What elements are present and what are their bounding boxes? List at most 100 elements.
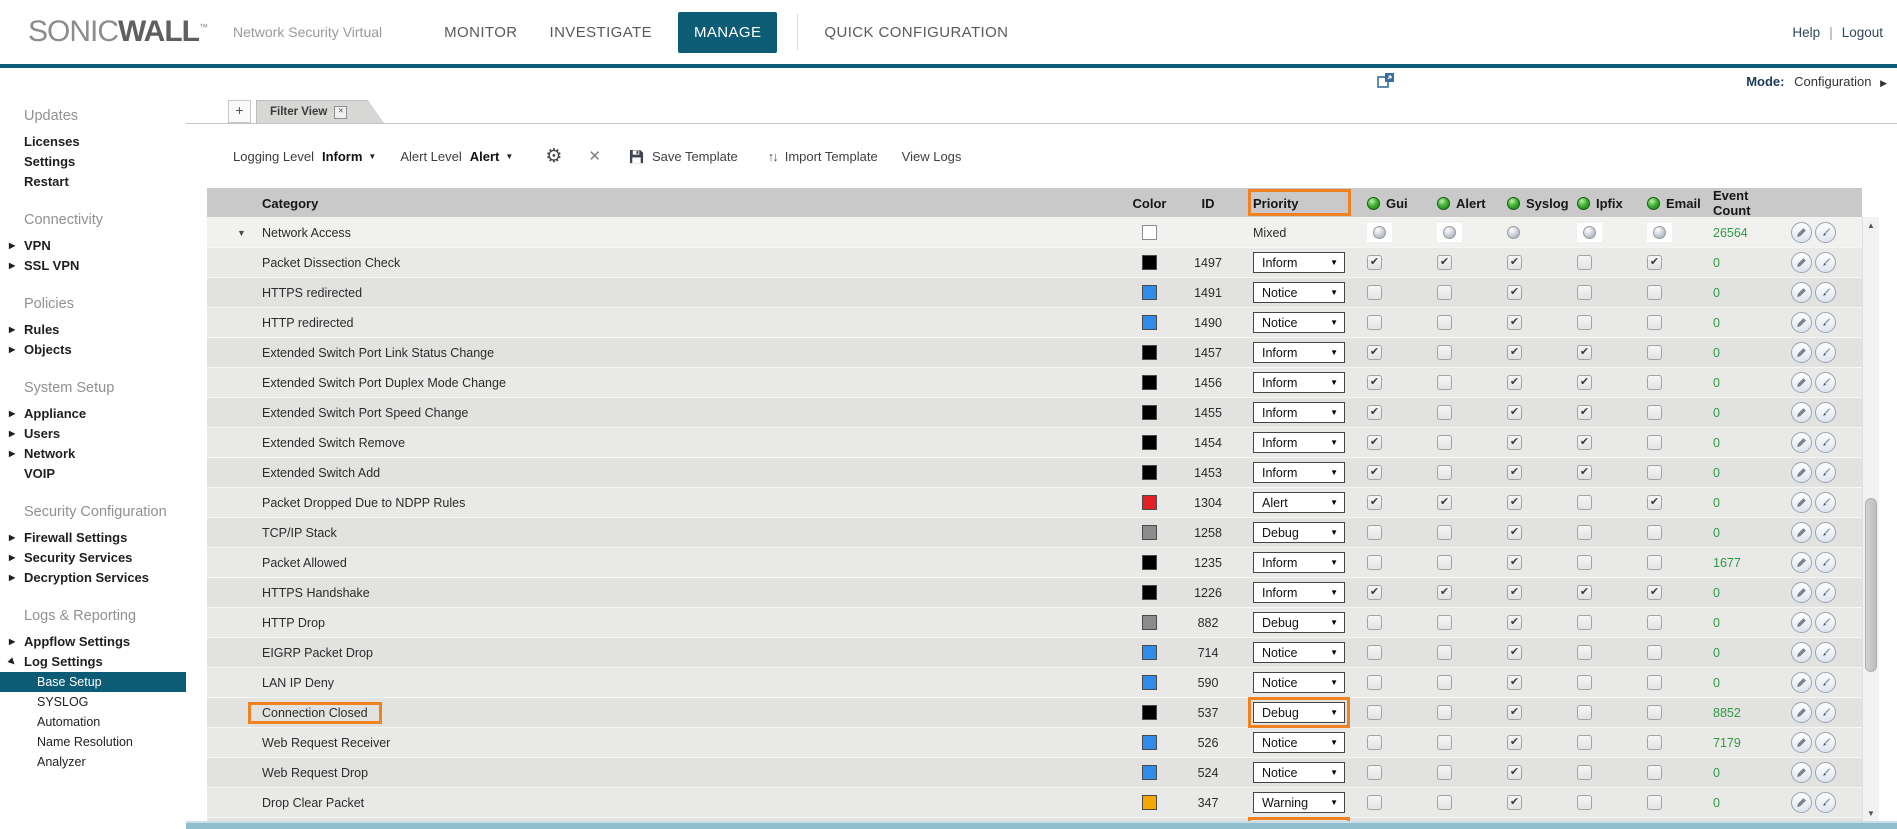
help-link[interactable]: Help: [1792, 25, 1820, 40]
edit-button[interactable]: [1791, 762, 1812, 783]
clear-button[interactable]: [1815, 462, 1836, 483]
category-header[interactable]: Category: [207, 188, 1122, 218]
edit-button[interactable]: [1791, 342, 1812, 363]
alert-checkbox[interactable]: ✔: [1437, 345, 1452, 360]
gui-checkbox[interactable]: ✔: [1367, 615, 1382, 630]
alert-column-sphere-icon[interactable]: [1437, 197, 1450, 210]
ipfix-checkbox[interactable]: ✔: [1577, 525, 1592, 540]
sidebar-item-objects[interactable]: ▶Objects: [0, 340, 186, 360]
priority-select[interactable]: Debug▼: [1253, 522, 1345, 543]
syslog-checkbox[interactable]: ✔: [1507, 405, 1522, 420]
color-swatch[interactable]: [1142, 795, 1157, 810]
scroll-down-button[interactable]: ▼: [1863, 805, 1879, 821]
sidebar-item-security-services[interactable]: ▶Security Services: [0, 548, 186, 568]
syslog-checkbox[interactable]: ✔: [1507, 765, 1522, 780]
syslog-checkbox[interactable]: ✔: [1507, 645, 1522, 660]
email-checkbox[interactable]: ✔: [1647, 765, 1662, 780]
alert-checkbox[interactable]: ✔: [1437, 735, 1452, 750]
gui-checkbox[interactable]: ✔: [1367, 675, 1382, 690]
syslog-checkbox[interactable]: ✔: [1507, 255, 1522, 270]
sidebar-item-users[interactable]: ▶Users: [0, 424, 186, 444]
syslog-checkbox[interactable]: ✔: [1507, 795, 1522, 810]
sidebar-item-settings[interactable]: Settings: [0, 152, 186, 172]
edit-button[interactable]: [1791, 372, 1812, 393]
logout-link[interactable]: Logout: [1842, 25, 1883, 40]
ipfix-checkbox[interactable]: ✔: [1577, 495, 1592, 510]
alert-checkbox[interactable]: ✔: [1437, 315, 1452, 330]
clear-button[interactable]: [1815, 552, 1836, 573]
email-header[interactable]: Email: [1639, 188, 1705, 218]
alert-checkbox[interactable]: ✔: [1437, 375, 1452, 390]
sidebar-item-appflow-settings[interactable]: ▶Appflow Settings: [0, 632, 186, 652]
id-header[interactable]: ID: [1177, 188, 1239, 218]
priority-select[interactable]: Inform▼: [1253, 462, 1345, 483]
clear-button[interactable]: [1815, 312, 1836, 333]
alert-checkbox[interactable]: ✔: [1437, 255, 1452, 270]
sidebar-item-rules[interactable]: ▶Rules: [0, 320, 186, 340]
email-checkbox[interactable]: ✔: [1647, 705, 1662, 720]
color-swatch[interactable]: [1142, 645, 1157, 660]
color-swatch[interactable]: [1142, 255, 1157, 270]
alert-checkbox[interactable]: ✔: [1437, 525, 1452, 540]
syslog-checkbox[interactable]: ✔: [1507, 465, 1522, 480]
color-swatch[interactable]: [1142, 345, 1157, 360]
syslog-checkbox[interactable]: ✔: [1507, 435, 1522, 450]
priority-select[interactable]: Inform▼: [1253, 402, 1345, 423]
gui-checkbox[interactable]: ✔: [1367, 255, 1382, 270]
gui-checkbox[interactable]: ✔: [1367, 495, 1382, 510]
email-checkbox[interactable]: ✔: [1647, 585, 1662, 600]
alert-checkbox[interactable]: ✔: [1437, 555, 1452, 570]
edit-button[interactable]: [1791, 642, 1812, 663]
email-checkbox[interactable]: ✔: [1647, 435, 1662, 450]
gui-checkbox[interactable]: ✔: [1367, 795, 1382, 810]
color-swatch[interactable]: [1142, 315, 1157, 330]
syslog-checkbox[interactable]: ✔: [1507, 495, 1522, 510]
sidebar-item-decryption-services[interactable]: ▶Decryption Services: [0, 568, 186, 588]
gui-checkbox[interactable]: ✔: [1367, 465, 1382, 480]
alert-checkbox[interactable]: ✔: [1437, 285, 1452, 300]
email-checkbox[interactable]: ✔: [1647, 255, 1662, 270]
sidebar-item-automation[interactable]: Automation: [0, 712, 186, 732]
priority-select[interactable]: Notice▼: [1253, 672, 1345, 693]
edit-button[interactable]: [1791, 282, 1812, 303]
edit-button[interactable]: [1791, 222, 1812, 243]
alert-checkbox[interactable]: ✔: [1437, 465, 1452, 480]
edit-button[interactable]: [1791, 792, 1812, 813]
ipfix-checkbox[interactable]: ✔: [1577, 615, 1592, 630]
edit-button[interactable]: [1791, 252, 1812, 273]
alert-header[interactable]: Alert: [1429, 188, 1499, 218]
edit-button[interactable]: [1791, 492, 1812, 513]
color-swatch[interactable]: [1142, 555, 1157, 570]
ipfix-checkbox[interactable]: ✔: [1577, 345, 1592, 360]
ipfix-checkbox[interactable]: ✔: [1577, 555, 1592, 570]
alert-checkbox[interactable]: ✔: [1437, 585, 1452, 600]
table-scrollbar[interactable]: ▲ ▼: [1862, 217, 1879, 821]
ipfix-column-sphere-icon[interactable]: [1577, 197, 1590, 210]
ipfix-checkbox[interactable]: ✔: [1577, 405, 1592, 420]
ipfix-checkbox[interactable]: ✔: [1577, 645, 1592, 660]
color-swatch[interactable]: [1142, 675, 1157, 690]
syslog-checkbox[interactable]: ✔: [1507, 735, 1522, 750]
nav-monitor[interactable]: MONITOR: [428, 12, 533, 53]
priority-select[interactable]: Inform▼: [1253, 582, 1345, 603]
color-swatch[interactable]: [1142, 585, 1157, 600]
close-icon[interactable]: ✕: [588, 147, 601, 165]
email-checkbox[interactable]: ✔: [1647, 495, 1662, 510]
ipfix-checkbox[interactable]: ✔: [1577, 795, 1592, 810]
gui-mixed-sphere-icon[interactable]: [1373, 226, 1386, 239]
sidebar-item-appliance[interactable]: ▶Appliance: [0, 404, 186, 424]
sidebar-item-licenses[interactable]: Licenses: [0, 132, 186, 152]
sidebar-item-base-setup[interactable]: Base Setup: [0, 672, 186, 692]
edit-button[interactable]: [1791, 462, 1812, 483]
gui-checkbox[interactable]: ✔: [1367, 705, 1382, 720]
alert-checkbox[interactable]: ✔: [1437, 705, 1452, 720]
priority-select[interactable]: Notice▼: [1253, 762, 1345, 783]
priority-select[interactable]: Debug▼: [1253, 612, 1345, 633]
gui-checkbox[interactable]: ✔: [1367, 555, 1382, 570]
color-swatch[interactable]: [1142, 735, 1157, 750]
syslog-checkbox[interactable]: ✔: [1507, 345, 1522, 360]
priority-header[interactable]: Priority: [1239, 188, 1359, 218]
gui-checkbox[interactable]: ✔: [1367, 285, 1382, 300]
syslog-checkbox[interactable]: ✔: [1507, 315, 1522, 330]
gui-checkbox[interactable]: ✔: [1367, 315, 1382, 330]
